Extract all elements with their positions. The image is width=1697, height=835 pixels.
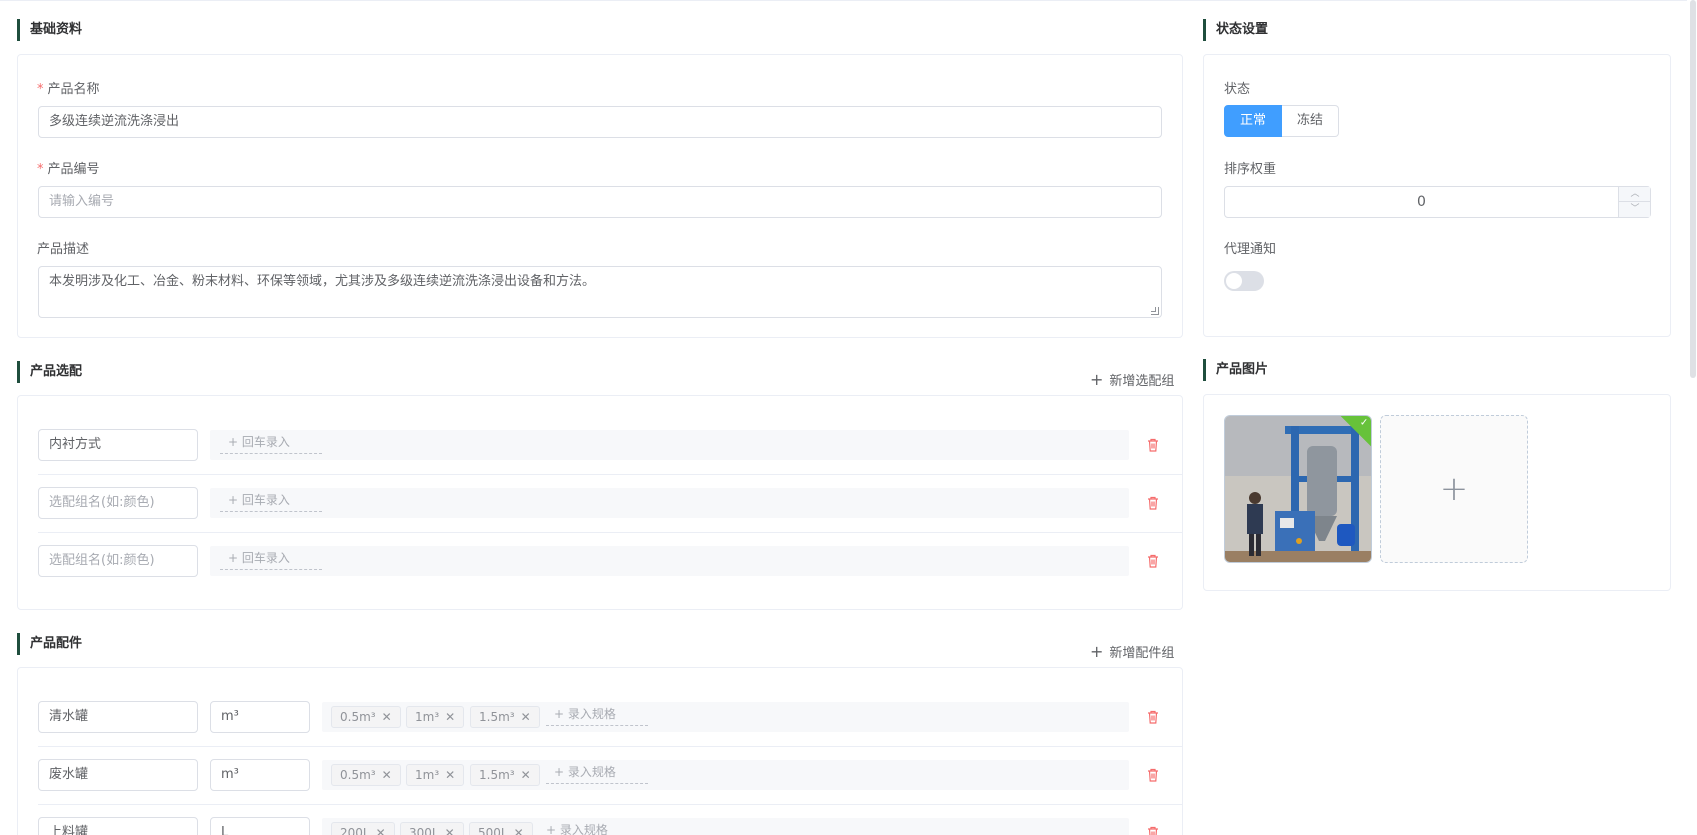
part-unit-input[interactable]: m³	[210, 701, 310, 733]
sort-weight-label: 排序权重	[1224, 162, 1277, 177]
plus-icon: +	[1439, 469, 1469, 509]
spec-tag: 0.5m³ ✕	[331, 764, 401, 786]
product-name-label: * 产品名称	[37, 82, 100, 97]
options-card: 内衬方式 + 回车录入 选配组名(如:颜色) + 回车录入 选配组名(如:颜色)…	[17, 395, 1183, 610]
spec-tag: 1m³ ✕	[406, 706, 465, 728]
option-group-name-input[interactable]: 内衬方式	[38, 429, 198, 461]
section-title-options: 产品选配	[17, 361, 82, 383]
option-value-input[interactable]: + 回车录入	[220, 488, 322, 512]
part-name-input[interactable]: 废水罐	[38, 759, 198, 791]
state-option-normal[interactable]: 正常	[1224, 105, 1283, 137]
row-divider	[38, 532, 1182, 533]
part-name-input[interactable]: 清水罐	[38, 701, 198, 733]
section-title-basic: 基础资料	[17, 19, 82, 41]
spec-tag: 1m³ ✕	[406, 764, 465, 786]
product-desc-label: 产品描述	[37, 242, 90, 257]
close-icon[interactable]: ✕	[514, 826, 524, 835]
part-name-input[interactable]: 上料罐	[38, 817, 198, 835]
close-icon[interactable]: ✕	[376, 826, 386, 835]
top-divider	[0, 0, 1697, 1]
spec-tag: 300L ✕	[400, 822, 464, 835]
spec-tag: 0.5m³ ✕	[331, 706, 401, 728]
trash-icon[interactable]	[1146, 437, 1160, 453]
resize-handle-icon[interactable]	[1151, 307, 1159, 315]
close-icon[interactable]: ✕	[445, 826, 455, 835]
product-desc-textarea[interactable]: 本发明涉及化工、冶金、粉末材料、环保等领域，尤其涉及多级连续逆流洗涤浸出设备和方…	[38, 266, 1162, 318]
state-option-frozen[interactable]: 冻结	[1282, 105, 1340, 137]
product-desc-text: 本发明涉及化工、冶金、粉末材料、环保等领域，尤其涉及多级连续逆流洗涤浸出设备和方…	[49, 274, 596, 289]
product-code-input[interactable]: 请输入编号	[38, 186, 1162, 218]
close-icon[interactable]: ✕	[445, 710, 455, 724]
spec-tag: 200L ✕	[331, 822, 395, 835]
trash-icon[interactable]	[1146, 553, 1160, 569]
spec-tag: 1.5m³ ✕	[470, 706, 540, 728]
agent-notify-toggle[interactable]	[1224, 271, 1264, 291]
add-option-group-button[interactable]: + 新增选配组	[1090, 370, 1174, 389]
increase-icon[interactable]: ︿	[1619, 187, 1651, 202]
row-divider	[38, 474, 1182, 475]
parts-card: 清水罐 m³ 0.5m³ ✕ 1m³ ✕ 1.5m³ ✕ + 录入规格 废水罐 m³ …	[17, 667, 1183, 835]
product-image-thumbnail[interactable]: ✓	[1224, 415, 1372, 563]
option-value-input[interactable]: + 回车录入	[220, 430, 322, 454]
state-segmented: 正常 冻结	[1224, 105, 1340, 137]
images-card: ✓ +	[1203, 394, 1671, 591]
spec-tag: 1.5m³ ✕	[470, 764, 540, 786]
close-icon[interactable]: ✕	[521, 768, 531, 782]
toggle-knob	[1226, 273, 1242, 289]
close-icon[interactable]: ✕	[382, 710, 392, 724]
sort-weight-value[interactable]: 0	[1225, 187, 1618, 217]
row-divider	[38, 804, 1182, 805]
close-icon[interactable]: ✕	[382, 768, 392, 782]
trash-icon[interactable]	[1146, 709, 1160, 725]
image-upload-button[interactable]: +	[1380, 415, 1528, 563]
part-unit-input[interactable]: L	[210, 817, 310, 835]
check-icon: ✓	[1359, 417, 1369, 429]
part-specs-area: 0.5m³ ✕ 1m³ ✕ 1.5m³ ✕ + 录入规格	[322, 702, 1129, 732]
spec-input[interactable]: + 录入规格	[546, 702, 648, 726]
plus-icon: +	[1090, 642, 1104, 661]
page-scrollbar[interactable]	[1687, 0, 1697, 835]
option-values-area: + 回车录入	[210, 546, 1129, 576]
spec-tag: 500L ✕	[469, 822, 533, 835]
scrollbar-thumb[interactable]	[1690, 0, 1696, 378]
part-unit-input[interactable]: m³	[210, 759, 310, 791]
trash-icon[interactable]	[1146, 825, 1160, 835]
spec-input[interactable]: + 录入规格	[538, 818, 640, 835]
close-icon[interactable]: ✕	[445, 768, 455, 782]
plus-icon: +	[1090, 370, 1104, 389]
trash-icon[interactable]	[1146, 767, 1160, 783]
agent-notify-label: 代理通知	[1224, 242, 1277, 257]
sort-weight-input[interactable]: 0 ︿ ﹀	[1224, 186, 1651, 218]
decrease-icon[interactable]: ﹀	[1619, 202, 1651, 217]
part-specs-area: 0.5m³ ✕ 1m³ ✕ 1.5m³ ✕ + 录入规格	[322, 760, 1129, 790]
section-title-status: 状态设置	[1203, 19, 1268, 41]
trash-icon[interactable]	[1146, 495, 1160, 511]
option-group-name-input[interactable]: 选配组名(如:颜色)	[38, 487, 198, 519]
part-specs-area: 200L ✕ 300L ✕ 500L ✕ + 录入规格	[322, 818, 1129, 835]
status-card: 状态 正常 冻结 排序权重 0 ︿ ﹀ 代理通知	[1203, 54, 1671, 337]
option-values-area: + 回车录入	[210, 488, 1129, 518]
section-title-images: 产品图片	[1203, 359, 1268, 381]
product-name-input[interactable]: 多级连续逆流洗涤浸出	[38, 106, 1162, 138]
product-photo	[1225, 416, 1371, 562]
option-value-input[interactable]: + 回车录入	[220, 546, 322, 570]
add-part-group-button[interactable]: + 新增配件组	[1090, 642, 1174, 661]
state-label: 状态	[1224, 82, 1251, 97]
option-values-area: + 回车录入	[210, 430, 1129, 460]
section-title-parts: 产品配件	[17, 633, 82, 655]
close-icon[interactable]: ✕	[521, 710, 531, 724]
sort-weight-stepper: ︿ ﹀	[1618, 187, 1651, 217]
basic-card: * 产品名称 多级连续逆流洗涤浸出 * 产品编号 请输入编号 产品描述 本发明涉及化…	[17, 54, 1183, 338]
product-code-label: * 产品编号	[37, 162, 100, 177]
row-divider	[38, 746, 1182, 747]
spec-input[interactable]: + 录入规格	[546, 760, 648, 784]
option-group-name-input[interactable]: 选配组名(如:颜色)	[38, 545, 198, 577]
